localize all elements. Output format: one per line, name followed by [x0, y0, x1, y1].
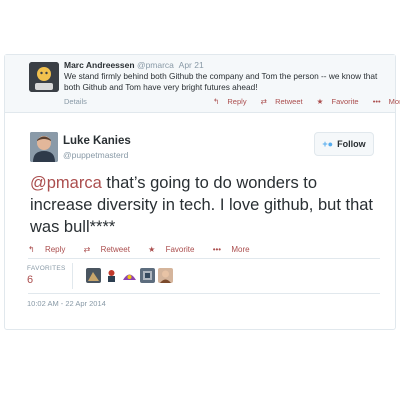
tweet-timestamp[interactable]: 10:02 AM - 22 Apr 2014 — [27, 299, 106, 308]
retweet-label: Retweet — [100, 245, 130, 254]
more-button[interactable]: ••• More — [213, 245, 258, 254]
reply-icon: ↰ — [28, 245, 35, 254]
retweet-button[interactable]: ⇄ Retweet — [84, 245, 138, 254]
more-dots-icon: ••• — [212, 245, 222, 254]
favoriter-avatar-image — [104, 268, 119, 283]
tweet-actions: ↰ Reply ⇄ Retweet ★ Favorite ••• More — [28, 245, 266, 254]
stats-divider-bottom — [28, 293, 380, 294]
parent-author-avatar[interactable] — [29, 62, 59, 92]
star-icon: ★ — [148, 245, 156, 254]
favoriter-avatar-image — [86, 268, 101, 283]
stats-separator — [72, 263, 73, 289]
more-dots-icon: ••• — [372, 97, 381, 106]
follow-button[interactable]: +● Follow — [314, 132, 374, 156]
parent-avatar-image — [29, 62, 59, 92]
parent-retweet-button[interactable]: ⇄ Retweet — [261, 97, 309, 106]
favoriter-avatar-image — [158, 268, 173, 283]
favoriter-avatar[interactable] — [104, 268, 119, 283]
star-icon: ★ — [316, 97, 324, 106]
reply-button[interactable]: ↰ Reply — [28, 245, 73, 254]
retweet-icon: ⇄ — [83, 245, 91, 254]
parent-more-button[interactable]: ••• More — [373, 97, 400, 106]
author-handle[interactable]: @puppetmasterd — [63, 150, 128, 160]
author-avatar-image — [30, 132, 58, 162]
favoriter-avatar[interactable] — [86, 268, 101, 283]
follow-label: Follow — [337, 139, 366, 149]
parent-tweet-actions: ↰ Reply ⇄ Retweet ★ Favorite ••• More — [213, 97, 400, 106]
parent-retweet-label: Retweet — [275, 97, 303, 106]
favoriter-avatars — [86, 268, 173, 283]
parent-reply-label: Reply — [227, 97, 247, 106]
parent-tweet-date[interactable]: Apr 21 — [179, 60, 204, 70]
favorites-count[interactable]: 6 — [27, 274, 33, 286]
stats-divider-top — [28, 258, 380, 259]
more-label: More — [231, 245, 250, 254]
reply-icon: ↰ — [213, 97, 220, 106]
parent-more-label: More — [388, 97, 400, 106]
favorites-label: FAVORITES — [27, 265, 66, 272]
favorite-label: Favorite — [165, 245, 195, 254]
favoriter-avatar[interactable] — [158, 268, 173, 283]
favorite-button[interactable]: ★ Favorite — [148, 245, 202, 254]
reply-label: Reply — [44, 245, 66, 254]
parent-favorite-button[interactable]: ★ Favorite — [317, 97, 365, 106]
follow-user-icon: +● — [322, 139, 334, 149]
author-name[interactable]: Luke Kanies — [63, 135, 131, 147]
parent-reply-button[interactable]: ↰ Reply — [213, 97, 253, 106]
parent-tweet-text: We stand firmly behind both Github the c… — [64, 71, 378, 92]
favoriter-avatar-image — [122, 268, 137, 283]
parent-author-handle[interactable]: @pmarca — [137, 60, 174, 70]
author-avatar[interactable] — [30, 132, 58, 162]
favoriter-avatar[interactable] — [122, 268, 137, 283]
parent-details-link[interactable]: Details — [64, 97, 87, 106]
favoriter-avatar-image — [140, 268, 155, 283]
retweet-icon: ⇄ — [260, 97, 267, 106]
tweet-text: @pmarca that’s going to do wonders to in… — [30, 172, 380, 238]
parent-tweet-header: Marc Andreessen @pmarca Apr 21 — [64, 60, 204, 70]
favoriter-avatar[interactable] — [140, 268, 155, 283]
parent-author-name[interactable]: Marc Andreessen — [64, 60, 135, 70]
mention-link[interactable]: @pmarca — [30, 174, 102, 192]
parent-favorite-label: Favorite — [331, 97, 359, 106]
